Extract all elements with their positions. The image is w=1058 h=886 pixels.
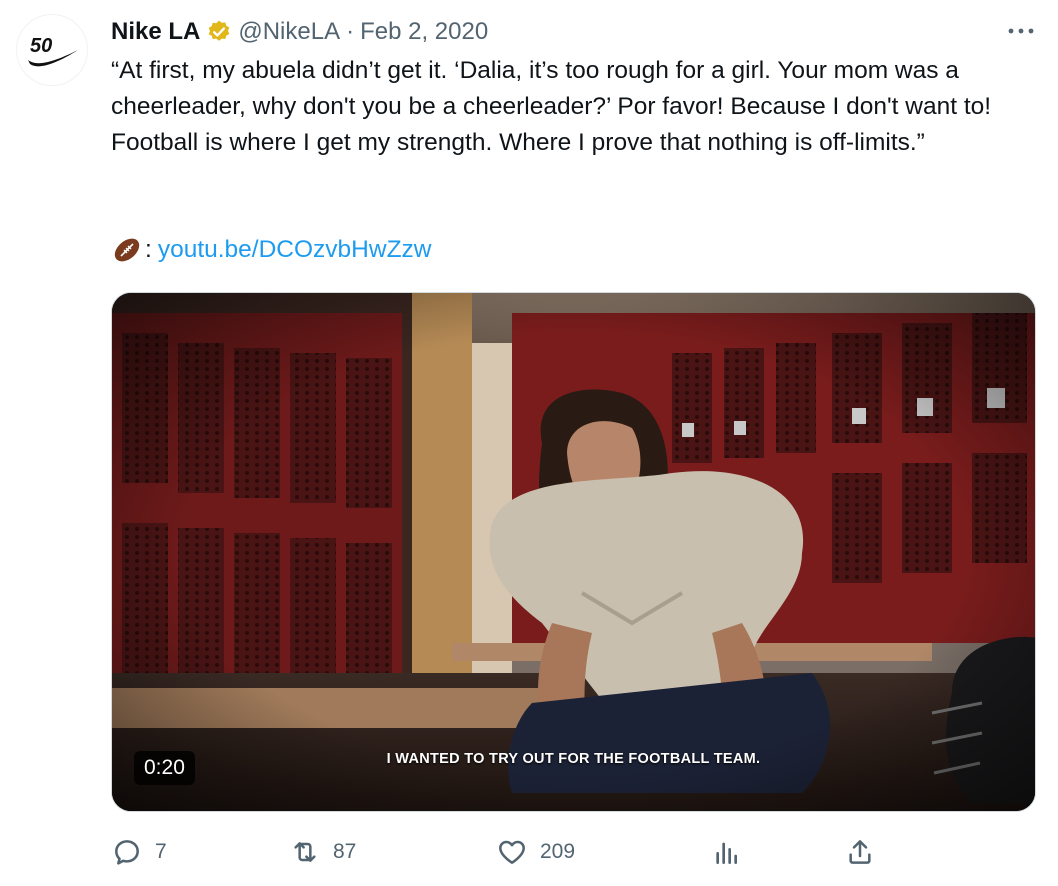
youtube-link[interactable]: youtu.be/DCOzvbHwZzw [158, 236, 432, 264]
nike-50-logo: 50 [28, 35, 78, 67]
author-name[interactable]: Nike LA [111, 18, 200, 46]
video-caption: I WANTED TO TRY OUT FOR THE FOOTBALL TEA… [386, 751, 761, 767]
separator: · [346, 18, 355, 45]
tweet-actions: 7 87 209 [111, 832, 1031, 872]
video-player[interactable]: 0:20 I WANTED TO TRY OUT FOR THE FOOTBAL… [111, 292, 1036, 812]
tweet-date[interactable]: Feb 2, 2020 [360, 18, 488, 46]
heart-icon [496, 836, 528, 868]
share-button[interactable] [844, 832, 876, 872]
more-icon[interactable] [1004, 16, 1038, 46]
author-handle[interactable]: @NikeLA [238, 18, 340, 46]
retweet-button[interactable]: 87 [289, 832, 356, 872]
reply-button[interactable]: 7 [111, 832, 167, 872]
reply-count: 7 [155, 840, 167, 863]
tweet-header: Nike LA @NikeLA · Feb 2, 2020 [111, 14, 1038, 50]
football-icon [111, 234, 143, 266]
reply-icon [111, 836, 143, 868]
svg-text:50: 50 [30, 35, 52, 57]
tweet-link-line: : youtu.be/DCOzvbHwZzw [111, 232, 431, 268]
retweet-icon [289, 836, 321, 868]
retweet-count: 87 [333, 840, 357, 863]
verified-badge-icon[interactable] [206, 19, 232, 45]
link-prefix: : [145, 236, 152, 263]
views-button[interactable] [711, 832, 743, 872]
avatar[interactable]: 50 [16, 14, 88, 86]
views-icon [711, 836, 743, 868]
share-icon [844, 836, 876, 868]
like-button[interactable]: 209 [496, 832, 575, 872]
like-count: 209 [540, 840, 576, 863]
tweet-text: “At first, my abuela didn’t get it. ‘Dal… [111, 57, 998, 156]
video-frame [112, 293, 1035, 811]
